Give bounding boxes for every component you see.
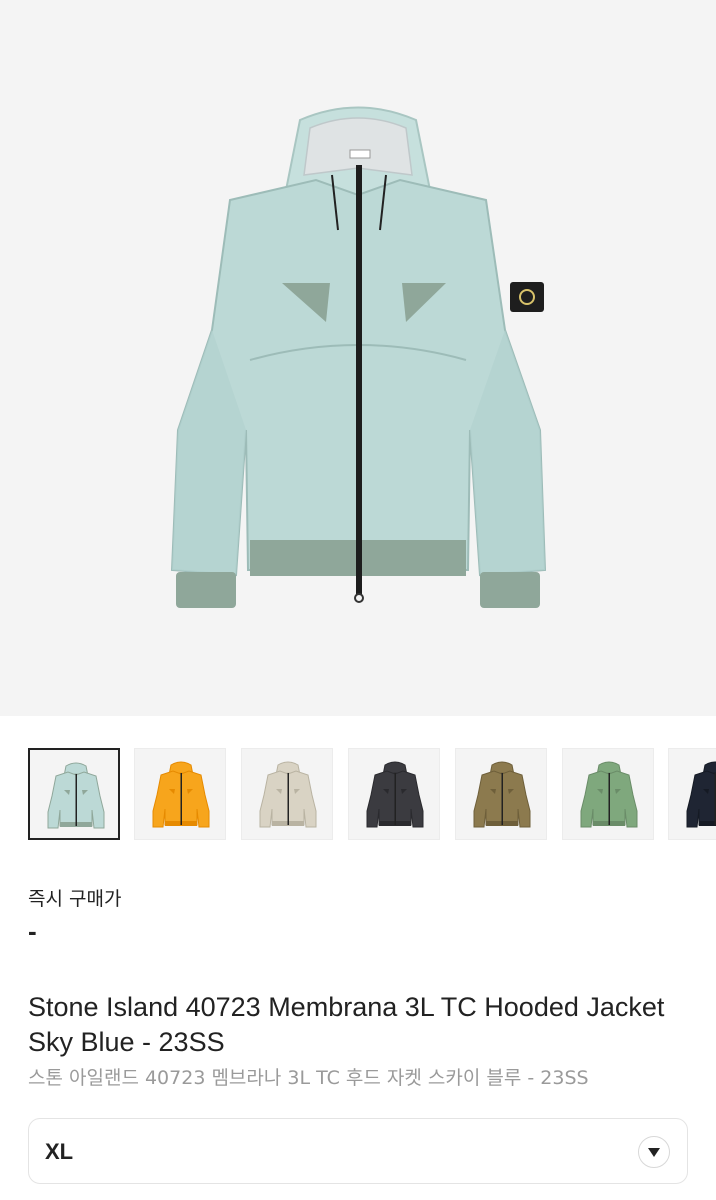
thumbnail-1[interactable] xyxy=(28,748,120,840)
size-selector[interactable]: XL xyxy=(28,1118,688,1184)
jacket-thumbnail-icon xyxy=(152,761,210,828)
product-title: Stone Island 40723 Membrana 3L TC Hooded… xyxy=(28,992,665,1057)
thumbnail-3[interactable] xyxy=(241,748,333,840)
thumbnail-4[interactable] xyxy=(348,748,440,840)
size-selector-value: XL xyxy=(45,1139,74,1164)
instant-buy-price-value: - xyxy=(28,916,37,946)
thumbnail-7[interactable] xyxy=(668,748,716,840)
jacket-image xyxy=(170,106,547,608)
jacket-thumbnail-icon xyxy=(259,761,317,828)
dropdown-button[interactable] xyxy=(638,1136,670,1168)
jacket-thumbnail-icon xyxy=(580,761,638,828)
thumbnail-2[interactable] xyxy=(134,748,226,840)
jacket-thumbnail-icon xyxy=(686,761,716,828)
product-main-image[interactable] xyxy=(0,0,716,716)
jacket-thumbnail-icon xyxy=(47,762,105,829)
product-subtitle: 스톤 아일랜드 40723 멤브라나 3L TC 후드 자켓 스카이 블루 - … xyxy=(28,1067,589,1089)
chevron-down-icon xyxy=(648,1148,660,1157)
instant-buy-price-label: 즉시 구매가 xyxy=(28,888,122,910)
jacket-thumbnail-icon xyxy=(473,761,531,828)
jacket-thumbnail-icon xyxy=(366,761,424,828)
thumbnail-6[interactable] xyxy=(562,748,654,840)
thumbnail-strip xyxy=(0,748,716,844)
thumbnail-5[interactable] xyxy=(455,748,547,840)
